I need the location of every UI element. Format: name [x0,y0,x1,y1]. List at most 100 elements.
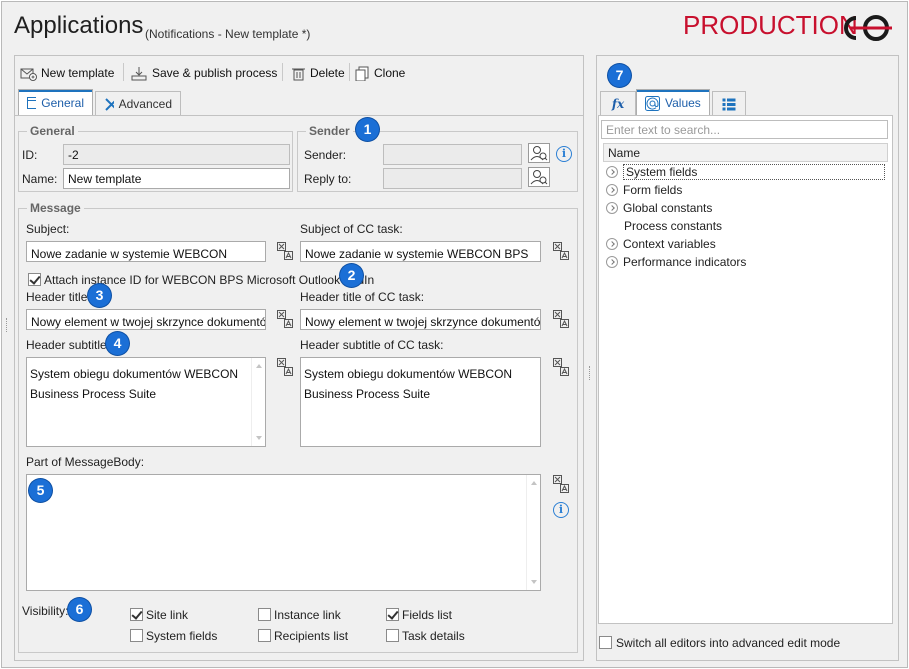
splitter-grip[interactable] [589,366,591,380]
subject-label: Subject: [26,222,70,236]
search-input[interactable]: Enter text to search... [601,120,888,139]
attach-instance-checkbox[interactable] [28,273,41,286]
header-title-field[interactable]: Nowy element w twojej skrzynce dokumentó… [26,309,266,330]
sender-info-icon[interactable]: i [556,146,572,162]
function-icon: fx [611,97,625,111]
system-fields-label: System fields [146,629,218,643]
subject-cc-label: Subject of CC task: [300,222,403,236]
save-publish-button[interactable]: Save & publish process [131,64,277,82]
callout-badge-3: 3 [88,284,111,307]
tree-item-label: Form fields [623,183,683,197]
clone-label: Clone [374,66,406,80]
header-subtitle-cc-label: Header subtitle of CC task: [300,338,444,352]
new-template-label: New template [41,66,115,80]
tree-column-header: Name [603,143,888,162]
header-title-label: Header title: [26,290,91,304]
tree-item-label: Performance indicators [623,255,747,269]
tree-item-form-fields[interactable]: Form fields [606,182,682,198]
id-label: ID: [22,148,38,162]
callout-badge-5: 5 [29,479,52,502]
tab-general[interactable]: General [18,89,93,116]
header-subtitle-line: System obiegu dokumentów WEBCON [30,367,239,381]
message-body-label: Part of MessageBody: [26,455,145,469]
delete-button[interactable]: Delete [291,64,345,82]
header-title-cc-field[interactable]: Nowy element w twojej skrzynce dokumentó… [300,309,541,330]
tab-general-label: General [41,96,84,110]
expand-arrow-icon [606,202,618,214]
reply-to-field[interactable] [383,168,522,189]
scrollbar[interactable] [526,475,540,590]
tab-underline [14,115,584,116]
message-body-info-icon[interactable]: i [553,502,569,518]
tree-item-label: Process constants [624,219,723,233]
advanced-mode-checkbox[interactable] [599,636,612,649]
sender-field[interactable] [383,144,522,165]
reply-to-label: Reply to: [304,172,352,186]
new-template-button[interactable]: New template [20,64,114,82]
user-search-icon [530,170,548,185]
tab-values[interactable]: Values [636,89,710,116]
expand-arrow-icon [606,238,618,250]
message-body-textarea[interactable] [26,474,541,591]
translate-icon[interactable] [553,358,569,376]
system-fields-checkbox[interactable] [130,629,143,642]
clone-button[interactable]: Clone [355,64,405,82]
message-legend: Message [30,201,81,215]
tab-list[interactable] [712,91,746,116]
environment-label: PRODUCTION [683,10,858,40]
translate-icon[interactable] [277,310,293,328]
tree-item-label: Global constants [623,201,713,215]
clone-icon [355,66,369,81]
instance-link-label: Instance link [274,608,341,622]
tree-item-performance-indicators[interactable]: Performance indicators [606,254,746,270]
site-link-checkbox[interactable] [130,608,143,621]
subject-cc-field[interactable]: Nowe zadanie w systemie WEBCON BPS [300,241,541,262]
form-icon [27,97,37,109]
recipients-list-checkbox[interactable] [258,629,271,642]
toolbar-separator [123,63,124,81]
tab-advanced-label: Advanced [118,97,172,111]
tree-item-process-constants[interactable]: Process constants [624,218,722,234]
translate-icon[interactable] [553,310,569,328]
name-label: Name: [22,172,58,186]
tree-item-system-fields[interactable]: System fields [606,164,885,180]
page-title: Applications [14,12,144,39]
save-publish-label: Save & publish process [152,66,278,80]
translate-icon[interactable] [553,242,569,260]
save-publish-icon [131,66,147,80]
visibility-label: Visibility: [22,604,69,618]
splitter-grip[interactable] [6,318,8,332]
select-sender-button[interactable] [528,143,550,163]
expand-arrow-icon [606,166,618,178]
sender-label: Sender: [304,148,347,162]
name-field[interactable]: New template [63,168,290,189]
select-reply-to-button[interactable] [528,167,550,187]
tab-advanced[interactable]: Advanced [95,91,181,116]
header-subtitle-textarea[interactable]: System obiegu dokumentów WEBCON Business… [26,357,266,447]
translate-icon[interactable] [277,358,293,376]
translate-icon[interactable] [553,475,569,493]
tree-item-label: System fields [623,164,885,180]
callout-badge-2: 2 [340,264,363,287]
task-details-checkbox[interactable] [386,629,399,642]
expand-arrow-icon [606,256,618,268]
webcon-logo-icon [844,15,892,41]
tree-item-global-constants[interactable]: Global constants [606,200,712,216]
recipients-list-label: Recipients list [274,629,349,643]
list-icon [722,98,736,110]
tab-function[interactable]: fx [600,91,636,116]
scrollbar[interactable] [251,358,265,446]
expand-arrow-icon [606,184,618,196]
translate-icon[interactable] [277,242,293,260]
subject-field[interactable]: Nowe zadanie w systemie WEBCON [26,241,266,262]
sender-legend: Sender [309,124,350,138]
fields-list-checkbox[interactable] [386,608,399,621]
header-subtitle-line: Business Process Suite [30,387,157,401]
tree-item-context-variables[interactable]: Context variables [606,236,716,252]
instance-link-checkbox[interactable] [258,608,271,621]
header-subtitle-cc-textarea[interactable]: System obiegu dokumentów WEBCON Business… [300,357,541,447]
toolbar-separator [282,63,283,81]
callout-badge-6: 6 [68,598,91,621]
tab-values-label: Values [665,96,701,110]
advanced-mode-label: Switch all editors into advanced edit mo… [616,636,841,650]
